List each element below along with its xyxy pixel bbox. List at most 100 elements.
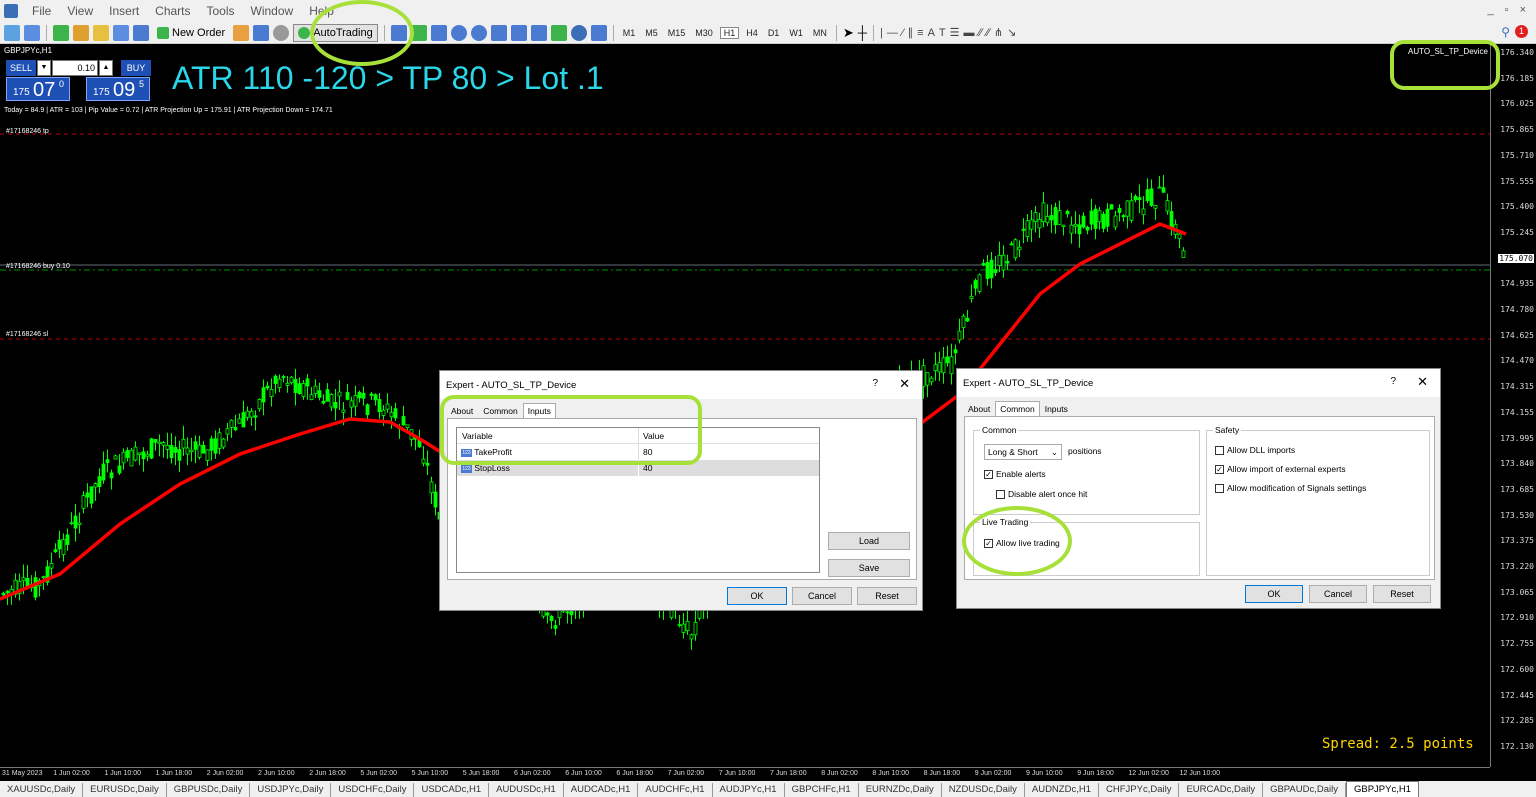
window-controls[interactable]: _ ▫ × xyxy=(1487,4,1530,16)
symbol-tab[interactable]: EURCADc,Daily xyxy=(1179,783,1264,797)
symbol-tab[interactable]: GBPUSDc,Daily xyxy=(167,783,251,797)
tab-about[interactable]: About xyxy=(963,401,995,417)
indicators-icon[interactable] xyxy=(550,24,567,41)
symbol-tab[interactable]: AUDJPYc,H1 xyxy=(713,783,785,797)
column-value[interactable]: Value xyxy=(639,428,664,443)
menu-file[interactable]: File xyxy=(24,0,59,22)
menu-charts[interactable]: Charts xyxy=(147,0,198,22)
auto-scroll-icon[interactable] xyxy=(510,24,527,41)
profiles-icon[interactable] xyxy=(24,24,40,41)
allow-dll-checkbox[interactable]: Allow DLL imports xyxy=(1215,445,1295,456)
symbol-tab[interactable]: USDCHFc,Daily xyxy=(331,783,415,797)
timeframe-h4[interactable]: H4 xyxy=(743,28,761,38)
symbol-tab[interactable]: USDCADc,H1 xyxy=(414,783,490,797)
tab-common[interactable]: Common xyxy=(995,401,1040,417)
text-icon[interactable]: A xyxy=(928,27,935,39)
tab-common[interactable]: Common xyxy=(478,403,522,419)
templates-icon[interactable] xyxy=(590,24,607,41)
symbol-tab[interactable]: AUDNZDc,H1 xyxy=(1025,783,1099,797)
timeframe-m30[interactable]: M30 xyxy=(692,28,716,38)
navigator-icon[interactable] xyxy=(73,24,89,41)
notification-icon[interactable]: 1 xyxy=(1515,25,1528,38)
cancel-button[interactable]: Cancel xyxy=(792,587,852,605)
reset-button[interactable]: Reset xyxy=(857,587,917,605)
tile-windows-icon[interactable] xyxy=(490,24,507,41)
text-label-icon[interactable]: T xyxy=(939,27,946,39)
metaeditor-icon[interactable] xyxy=(233,24,250,41)
timeframe-h1[interactable]: H1 xyxy=(719,26,740,39)
symbol-tab[interactable]: GBPJPYc,H1 xyxy=(1346,781,1420,797)
fibonacci-icon[interactable]: ≡ xyxy=(917,27,923,39)
users-icon[interactable] xyxy=(253,24,270,41)
disable-alert-once-checkbox[interactable]: Disable alert once hit xyxy=(996,489,1087,500)
value-cell[interactable]: 40 xyxy=(639,460,652,476)
autotrading-button[interactable]: AutoTrading xyxy=(293,23,378,42)
symbol-tab[interactable]: NZDUSDc,Daily xyxy=(942,783,1025,797)
new-chart-icon[interactable] xyxy=(4,24,20,41)
allow-signals-checkbox[interactable]: Allow modification of Signals settings xyxy=(1215,483,1366,494)
table-row[interactable]: 123 TakeProfit 80 xyxy=(457,444,819,460)
symbol-tab[interactable]: AUDCHFc,H1 xyxy=(638,783,713,797)
menu-view[interactable]: View xyxy=(59,0,101,22)
fibo-channel-icon[interactable]: ∕∕ xyxy=(986,27,990,39)
strategy-tester-icon[interactable] xyxy=(133,24,149,41)
rectangle-icon[interactable]: ▬ xyxy=(964,27,975,39)
lot-input[interactable]: 0.10 xyxy=(52,60,98,76)
ok-button[interactable]: OK xyxy=(1245,585,1303,603)
buy-button[interactable]: BUY xyxy=(121,60,151,76)
timeframe-m1[interactable]: M1 xyxy=(620,28,639,38)
tab-about[interactable]: About xyxy=(446,403,478,419)
symbol-tab[interactable]: CHFJPYc,Daily xyxy=(1099,783,1180,797)
help-button[interactable]: ? xyxy=(872,378,878,389)
buy-price-box[interactable]: 175 09 5 xyxy=(86,77,150,101)
symbol-tab[interactable]: GBPCHFc,H1 xyxy=(785,783,859,797)
crosshair-icon[interactable]: ┼ xyxy=(858,25,867,40)
allow-import-checkbox[interactable]: ✓ Allow import of external experts xyxy=(1215,464,1346,475)
menu-tools[interactable]: Tools xyxy=(199,0,243,22)
horizontal-line-icon[interactable]: — xyxy=(887,27,898,39)
options-icon[interactable] xyxy=(273,24,290,41)
menu-help[interactable]: Help xyxy=(301,0,342,22)
market-watch-icon[interactable] xyxy=(53,24,69,41)
symbol-tab[interactable]: XAUUSDc,Daily xyxy=(0,783,84,797)
reset-button[interactable]: Reset xyxy=(1373,585,1431,603)
trendline-icon[interactable]: ⁄ xyxy=(902,27,904,39)
zoom-in-icon[interactable] xyxy=(450,24,467,41)
line-chart-icon[interactable] xyxy=(430,24,447,41)
ok-button[interactable]: OK xyxy=(727,587,787,605)
expert-advisor-label[interactable]: AUTO_SL_TP_Device ☺ xyxy=(1408,47,1498,56)
arrows-icon[interactable]: ↘ xyxy=(1007,26,1016,39)
enable-alerts-checkbox[interactable]: ✓ Enable alerts xyxy=(984,469,1046,480)
sell-button[interactable]: SELL xyxy=(6,60,36,76)
save-button[interactable]: Save xyxy=(828,559,910,577)
chart-shift-icon[interactable] xyxy=(530,24,547,41)
cursor-icon[interactable]: ➤ xyxy=(843,25,854,41)
symbol-tab[interactable]: GBPAUDc,Daily xyxy=(1263,783,1346,797)
load-button[interactable]: Load xyxy=(828,532,910,550)
timeframe-m5[interactable]: M5 xyxy=(642,28,661,38)
parallel-lines-icon[interactable]: ∕∕ xyxy=(979,27,983,39)
symbol-tab[interactable]: AUDUSDc,H1 xyxy=(489,783,564,797)
search-icon[interactable]: ⚲ xyxy=(1501,25,1510,39)
menu-window[interactable]: Window xyxy=(243,0,302,22)
symbol-tab[interactable]: EURUSDc,Daily xyxy=(83,783,167,797)
tab-inputs[interactable]: Inputs xyxy=(522,403,556,419)
allow-live-trading-checkbox[interactable]: ✓ Allow live trading xyxy=(984,538,1060,549)
table-row[interactable]: 123 StopLoss 40 xyxy=(457,460,819,476)
timeframe-w1[interactable]: W1 xyxy=(786,28,806,38)
menu-insert[interactable]: Insert xyxy=(101,0,147,22)
vertical-line-icon[interactable]: | xyxy=(880,27,883,39)
symbol-tab[interactable]: AUDCADc,H1 xyxy=(564,783,639,797)
close-icon[interactable]: ✕ xyxy=(899,376,910,392)
channel-icon[interactable]: ∥ xyxy=(908,26,914,39)
column-variable[interactable]: Variable xyxy=(457,428,639,443)
periods-icon[interactable] xyxy=(570,24,587,41)
fibo-levels-icon[interactable]: ☰ xyxy=(950,26,960,39)
new-order-button[interactable]: New Order xyxy=(153,24,229,42)
bar-chart-icon[interactable] xyxy=(390,24,407,41)
timeframe-mn[interactable]: MN xyxy=(810,28,830,38)
pitchfork-icon[interactable]: ⋔ xyxy=(994,26,1003,39)
symbol-tab[interactable]: USDJPYc,Daily xyxy=(250,783,332,797)
tab-inputs[interactable]: Inputs xyxy=(1040,401,1073,417)
timeframe-d1[interactable]: D1 xyxy=(765,28,783,38)
